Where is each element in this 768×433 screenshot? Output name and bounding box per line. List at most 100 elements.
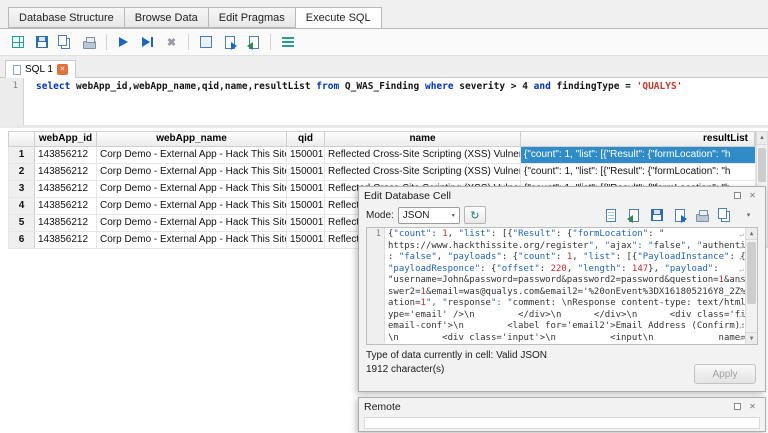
row-number: 6: [9, 232, 35, 248]
column-header-webApp_id[interactable]: webApp_id: [35, 132, 97, 146]
float-panel-button[interactable]: [730, 189, 745, 202]
json-content: {"count": 1, "list": [{"Result": {"formL…: [385, 228, 745, 344]
float-panel-button[interactable]: [730, 400, 745, 413]
copy-button[interactable]: [55, 32, 76, 53]
json-line: swer2=1&email=was@qualys.com&email2='%20…: [388, 286, 745, 297]
line-number-gutter: 1: [0, 78, 24, 125]
scrollbar-thumb[interactable]: [747, 242, 756, 304]
cell-webApp_name[interactable]: Corp Demo - External App - Hack This Sit…: [97, 198, 287, 214]
panel-titlebar: Edit Database Cell ✕: [359, 187, 765, 204]
cell-qid[interactable]: 150001: [287, 181, 325, 197]
cell-webApp_name[interactable]: Corp Demo - External App - Hack This Sit…: [97, 164, 287, 180]
scroll-up-icon[interactable]: ▲: [757, 132, 767, 145]
print-button[interactable]: [79, 32, 100, 53]
mode-value: JSON: [402, 209, 430, 221]
cell-webApp_name[interactable]: Corp Demo - External App - Hack This Sit…: [97, 181, 287, 197]
float-icon: [734, 192, 741, 199]
cell-qid[interactable]: 150001: [287, 198, 325, 214]
close-panel-button[interactable]: ✕: [745, 400, 760, 413]
open-sql-file-button[interactable]: [243, 32, 264, 53]
column-header-qid[interactable]: qid: [287, 132, 325, 146]
copy-cell-button[interactable]: [716, 206, 735, 224]
execute-current-line-button[interactable]: [137, 32, 158, 53]
open-in-editor-button[interactable]: [601, 206, 620, 224]
execute-all-button[interactable]: [113, 32, 134, 53]
wrap-icon: ↵: [739, 230, 744, 239]
scroll-down-icon[interactable]: ▼: [746, 332, 757, 344]
row-number: 5: [9, 215, 35, 231]
cell-resultList-selected[interactable]: {"count": 1, "list": [{"Result": {"formL…: [521, 147, 756, 163]
main-tab-bar: Database Structure Browse Data Edit Prag…: [0, 0, 768, 29]
tab-execute-sql[interactable]: Execute SQL: [294, 7, 382, 29]
cell-webApp_id[interactable]: 143856212: [35, 232, 97, 248]
panel-titlebar: Remote ✕: [359, 398, 765, 415]
cell-webApp_id[interactable]: 143856212: [35, 164, 97, 180]
mode-select[interactable]: JSON ▾: [397, 206, 460, 224]
panel-title: Edit Database Cell: [364, 189, 451, 202]
sql-tab-label: SQL 1: [25, 64, 53, 75]
cell-qid[interactable]: 150001: [287, 164, 325, 180]
tab-database-structure[interactable]: Database Structure: [8, 7, 124, 28]
cell-content-editor[interactable]: 1 {"count": 1, "list": [{"Result": {"for…: [366, 227, 758, 345]
db-browser-window: Database Structure Browse Data Edit Prag…: [0, 0, 768, 433]
panel-title: Remote: [364, 400, 401, 413]
document-import-icon: [246, 35, 259, 50]
tab-browse-data[interactable]: Browse Data: [123, 7, 208, 28]
play-line-icon: [142, 37, 153, 47]
remote-panel: Remote ✕: [358, 397, 766, 432]
cell-webApp_name[interactable]: Corp Demo - External App - Hack This Sit…: [97, 147, 287, 163]
save-sql-file-button[interactable]: [31, 32, 52, 53]
more-options-button[interactable]: ▾: [739, 206, 758, 224]
close-panel-button[interactable]: ✕: [745, 189, 760, 202]
tab-edit-pragmas[interactable]: Edit Pragmas: [207, 7, 295, 28]
cell-webApp_id[interactable]: 143856212: [35, 147, 97, 163]
sql-file-icon: [13, 64, 21, 75]
json-line: "payloadResponce": {"offset": 220, "leng…: [388, 263, 719, 274]
cell-resultList[interactable]: {"count": 1, "list": [{"Result": {"formL…: [521, 164, 756, 180]
save-data-button[interactable]: [647, 206, 666, 224]
scroll-up-icon[interactable]: ▲: [746, 228, 757, 240]
import-data-button[interactable]: [624, 206, 643, 224]
format-sql-button[interactable]: [277, 32, 298, 53]
sql-query-text: select webApp_id,webApp_name,qid,name,re…: [36, 81, 683, 92]
print-cell-button[interactable]: [693, 206, 712, 224]
cell-webApp_id[interactable]: 143856212: [35, 198, 97, 214]
sql-editor[interactable]: 1 select webApp_id,webApp_name,qid,name,…: [0, 78, 768, 128]
cell-qid[interactable]: 150001: [287, 232, 325, 248]
row-number: 3: [9, 181, 35, 197]
stop-icon: ✖: [166, 36, 177, 49]
save-icon: [35, 36, 48, 48]
cell-webApp_name[interactable]: Corp Demo - External App - Hack This Sit…: [97, 232, 287, 248]
column-header-name[interactable]: name: [325, 132, 521, 146]
row-number: 2: [9, 164, 35, 180]
json-line: email-conf'>\n <label for='email2'>Email…: [388, 321, 745, 331]
editor-scrollbar[interactable]: ▲ ▼: [745, 228, 757, 344]
cell-webApp_id[interactable]: 143856212: [35, 215, 97, 231]
sql-tab-1[interactable]: SQL 1 ✕: [5, 60, 76, 78]
stop-button[interactable]: ✖: [161, 32, 182, 53]
cell-type-info: Type of data currently in cell: Valid JS…: [366, 350, 548, 361]
json-line: "username=John&password=password&passwor…: [388, 275, 745, 285]
cell-webApp_name[interactable]: Corp Demo - External App - Hack This Sit…: [97, 215, 287, 231]
close-tab-icon[interactable]: ✕: [56, 64, 68, 75]
close-icon: ✕: [749, 402, 756, 411]
export-data-button[interactable]: [670, 206, 689, 224]
line-number-gutter: 1: [367, 228, 385, 344]
apply-format-button[interactable]: ↻: [463, 206, 486, 224]
new-sql-tab-button[interactable]: [7, 32, 28, 53]
cell-webApp_id[interactable]: 143856212: [35, 181, 97, 197]
cell-name[interactable]: Reflected Cross-Site Scripting (XSS) Vul…: [325, 147, 521, 163]
chevron-down-icon: ▾: [746, 212, 751, 219]
cell-name[interactable]: Reflected Cross-Site Scripting (XSS) Vul…: [325, 164, 521, 180]
export-results-button[interactable]: [195, 32, 216, 53]
json-line: ype='email' />\n </div>\n </div>\n <div …: [388, 309, 745, 320]
cell-qid[interactable]: 150001: [287, 215, 325, 231]
scrollbar-thumb[interactable]: [758, 148, 766, 182]
column-header-webApp_name[interactable]: webApp_name: [97, 132, 287, 146]
apply-button[interactable]: Apply: [694, 364, 756, 384]
save-results-button[interactable]: [219, 32, 240, 53]
column-header-resultList[interactable]: resultList: [521, 132, 755, 146]
scrollbar-track[interactable]: [746, 240, 757, 332]
cell-qid[interactable]: 150001: [287, 147, 325, 163]
chevron-down-icon: ▾: [451, 212, 455, 219]
